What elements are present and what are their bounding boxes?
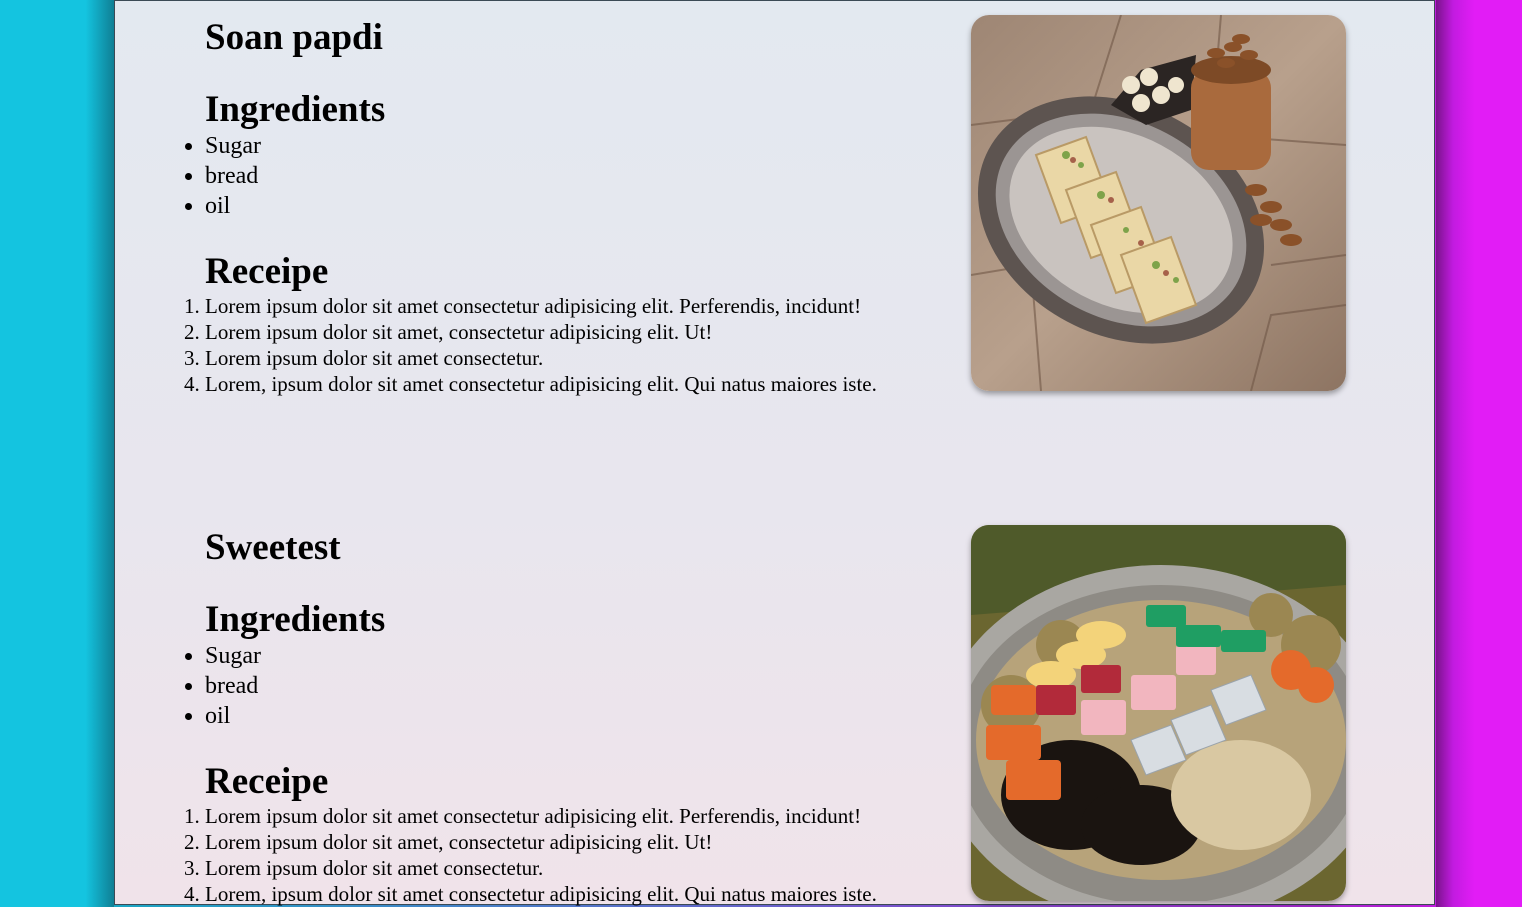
list-item: oil [205, 701, 261, 731]
recipe-steps: Lorem ipsum dolor sit amet consectetur a… [205, 293, 877, 397]
list-item: bread [205, 671, 261, 701]
list-item: Lorem ipsum dolor sit amet consectetur. [205, 855, 877, 881]
ingredients-heading: Ingredients [205, 599, 386, 640]
list-item: Sugar [205, 131, 261, 161]
mixed-sweets-platter-photo [971, 525, 1346, 901]
list-item: Lorem ipsum dolor sit amet consectetur a… [205, 803, 877, 829]
recipe-title: Soan papdi [205, 17, 383, 58]
list-item: Lorem ipsum dolor sit amet, consectetur … [205, 829, 877, 855]
recipe-heading: Receipe [205, 251, 329, 292]
right-side-panel [1436, 0, 1522, 907]
recipe-sheet: Soan papdi Ingredients Sugar bread oil R… [114, 0, 1435, 907]
ingredients-list: Sugar bread oil [205, 641, 261, 731]
list-item: Lorem, ipsum dolor sit amet consectetur … [205, 881, 877, 907]
recipe-steps: Lorem ipsum dolor sit amet consectetur a… [205, 803, 877, 907]
recipe-heading: Receipe [205, 761, 329, 802]
list-item: bread [205, 161, 261, 191]
list-item: Lorem ipsum dolor sit amet, consectetur … [205, 319, 877, 345]
soan-papdi-photo [971, 15, 1346, 391]
list-item: oil [205, 191, 261, 221]
list-item: Lorem ipsum dolor sit amet consectetur a… [205, 293, 877, 319]
ingredients-heading: Ingredients [205, 89, 386, 130]
list-item: Lorem ipsum dolor sit amet consectetur. [205, 345, 877, 371]
list-item: Lorem, ipsum dolor sit amet consectetur … [205, 371, 877, 397]
list-item: Sugar [205, 641, 261, 671]
recipe-title: Sweetest [205, 527, 341, 568]
left-side-panel [0, 0, 114, 907]
ingredients-list: Sugar bread oil [205, 131, 261, 221]
